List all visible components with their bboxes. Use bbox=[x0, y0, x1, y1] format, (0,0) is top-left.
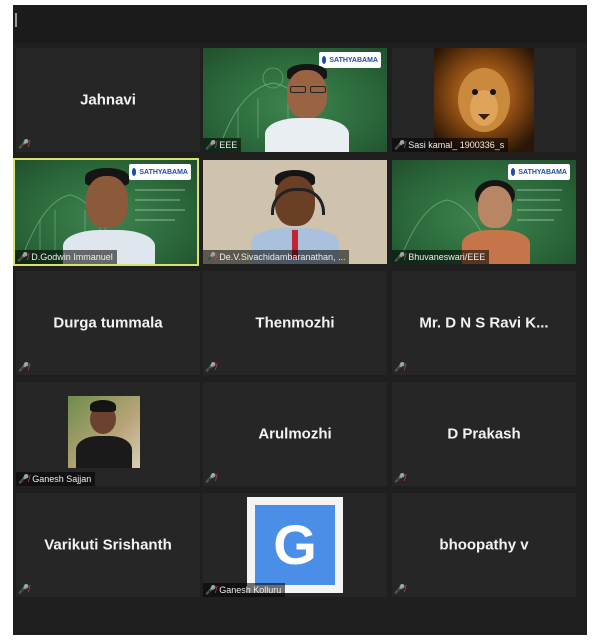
participant-tile-jahnavi[interactable]: Jahnavi 🎤̸ bbox=[16, 48, 200, 152]
participant-name: Mr. D N S Ravi K... bbox=[419, 314, 549, 332]
participant-name: Varikuti Srishanth bbox=[44, 536, 172, 554]
mic-muted-icon: 🎤̸ bbox=[205, 362, 217, 372]
participant-tile-ravi-k[interactable]: Mr. D N S Ravi K... 🎤̸ bbox=[392, 271, 576, 375]
mic-muted-icon: 🎤̸ bbox=[18, 139, 30, 149]
participant-tile-ganesh-sajjan[interactable]: 🎤̸ Ganesh Sajjan bbox=[16, 382, 200, 486]
participant-label: 🎤̸ De.V.Sivachidambaranathan, ... bbox=[203, 250, 350, 264]
lion-face bbox=[458, 68, 510, 132]
participant-tile-ganesh-kolluru[interactable]: G 🎤̸ Ganesh Kolluru bbox=[203, 493, 387, 597]
mic-muted-icon: 🎤̸ bbox=[205, 585, 217, 595]
mic-muted-icon: 🎤̸ bbox=[18, 362, 30, 372]
top-bar-marker bbox=[15, 13, 17, 27]
institution-logo: SATHYABAMA bbox=[508, 164, 570, 180]
participant-label: 🎤̸ Ganesh Sajjan bbox=[16, 472, 96, 486]
mic-muted-icon: 🎤̸ bbox=[205, 473, 217, 483]
mic-muted-icon: 🎤̸ bbox=[394, 140, 406, 150]
participant-name: Thenmozhi bbox=[255, 314, 335, 332]
participant-label: 🎤̸ Ganesh Kolluru bbox=[203, 583, 286, 597]
mic-muted-icon: 🎤̸ bbox=[394, 584, 406, 594]
participant-tile-varikuti-srishanth[interactable]: Varikuti Srishanth 🎤̸ bbox=[16, 493, 200, 597]
mic-muted-icon: 🎤̸ bbox=[205, 252, 217, 262]
participant-label: 🎤̸ D.Godwin Immanuel bbox=[15, 250, 117, 264]
participant-tile-sasi-kamal[interactable]: 🎤̸ Sasi kamal_ 1900336_s bbox=[392, 48, 576, 152]
mic-muted-icon: 🎤̸ bbox=[17, 252, 29, 262]
presenter-figure bbox=[257, 62, 357, 152]
participant-label: 🎤̸ Bhuvaneswari/EEE bbox=[392, 250, 490, 264]
participant-name: D Prakash bbox=[447, 425, 521, 443]
mic-muted-icon: 🎤̸ bbox=[394, 473, 406, 483]
participant-tile-sivachidambaranathan[interactable]: 🎤̸ De.V.Sivachidambaranathan, ... bbox=[203, 160, 387, 264]
google-avatar: G bbox=[247, 497, 343, 593]
participant-tile-arulmozhi[interactable]: Arulmozhi 🎤̸ bbox=[203, 382, 387, 486]
mic-muted-icon: 🎤̸ bbox=[18, 584, 30, 594]
mic-muted-icon: 🎤̸ bbox=[394, 252, 406, 262]
avatar-letter: G bbox=[273, 513, 317, 576]
lion-avatar bbox=[434, 48, 534, 152]
participant-tile-bhoopathy-v[interactable]: bhoopathy v 🎤̸ bbox=[392, 493, 576, 597]
participant-tile-bhuvaneswari[interactable]: SATHYABAMA 🎤̸ Bhuvaneswari/EEE bbox=[392, 160, 576, 264]
participant-tile-thenmozhi[interactable]: Thenmozhi 🎤̸ bbox=[203, 271, 387, 375]
participant-name: bhoopathy v bbox=[439, 536, 529, 554]
mic-muted-icon: 🎤̸ bbox=[18, 474, 30, 484]
mic-muted-icon: 🎤̸ bbox=[394, 362, 406, 372]
participant-label: 🎤̸ Sasi kamal_ 1900336_s bbox=[392, 138, 509, 152]
meeting-stage: Jahnavi 🎤̸ SATHYABAMA 🎤̸ EEE 🎤̸ Sasi kam… bbox=[13, 5, 587, 635]
participant-name: Jahnavi bbox=[80, 91, 136, 109]
profile-photo bbox=[68, 396, 140, 468]
participant-name: Durga tummala bbox=[53, 314, 163, 332]
mic-muted-icon: 🎤̸ bbox=[205, 140, 217, 150]
participant-name: Arulmozhi bbox=[258, 425, 332, 443]
participant-tile-durga-tummala[interactable]: Durga tummala 🎤̸ bbox=[16, 271, 200, 375]
participant-label: 🎤̸ EEE bbox=[203, 138, 242, 152]
participant-tile-d-prakash[interactable]: D Prakash 🎤̸ bbox=[392, 382, 576, 486]
participant-tile-godwin-immanuel[interactable]: SATHYABAMA 🎤̸ D.Godwin Immanuel bbox=[13, 158, 199, 266]
top-bar bbox=[13, 5, 587, 43]
participant-tile-eee[interactable]: SATHYABAMA 🎤̸ EEE bbox=[203, 48, 387, 152]
